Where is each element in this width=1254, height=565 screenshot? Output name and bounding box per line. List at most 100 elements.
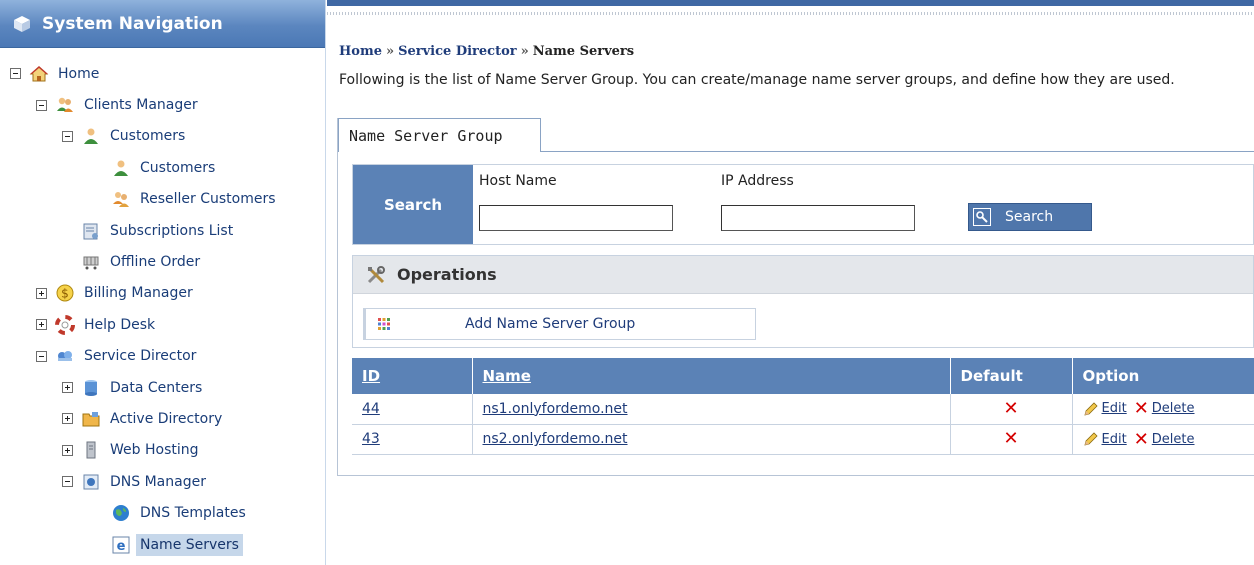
sidebar-item-reseller-customers[interactable]: Reseller Customers [0,184,325,215]
add-name-server-group-button[interactable]: Add Name Server Group [363,308,756,340]
host-name-label: Host Name [479,173,557,189]
column-header-id[interactable]: ID [352,358,473,394]
sidebar-title: System Navigation [42,13,223,34]
sidebar-item-web-hosting[interactable]: Web Hosting [0,435,325,466]
breadcrumb-separator: » [385,44,395,59]
sidebar-item-label: Clients Manager [84,97,198,114]
sidebar-item-label: DNS Manager [110,473,206,490]
cube-icon [14,15,30,32]
not-default-x-icon: ✕ [1003,428,1019,449]
delete-link[interactable]: Delete [1152,401,1195,416]
sidebar-item-dns-templates[interactable]: DNS Templates [0,497,325,528]
expand-icon[interactable] [62,413,73,425]
expand-icon[interactable] [36,287,47,299]
breadcrumb: Home» Service Director» Name Servers [339,44,634,59]
table-header-row: ID Name Default Option [352,358,1254,394]
collapse-icon[interactable] [36,99,47,111]
search-button[interactable]: Search [968,203,1092,231]
sidebar-header: System Navigation [0,0,325,48]
column-header-option: Option [1072,358,1254,394]
row-id-link[interactable]: 44 [362,401,380,417]
operations-header: Operations [353,256,1253,294]
host-name-input[interactable] [479,205,673,231]
ip-address-input[interactable] [721,205,915,231]
sidebar-item-label: Reseller Customers [140,191,276,208]
sidebar-item-label: Name Servers [136,533,243,556]
breadcrumb-current: Name Servers [532,44,635,59]
subscription-icon [81,221,101,241]
dns-icon [81,472,101,492]
sidebar-item-label: Web Hosting [110,442,199,459]
sidebar-item-help-desk[interactable]: Help Desk [0,309,325,340]
edit-link[interactable]: Edit [1102,401,1127,416]
sidebar-item-name-servers[interactable]: e Name Servers [0,529,325,560]
name-server-panel: Name Server Group Search Host Name IP Ad… [337,118,1254,476]
sidebar-item-service-director[interactable]: Service Director [0,341,325,372]
sidebar-item-label: Customers [140,159,216,176]
collapse-icon[interactable] [36,350,47,362]
tools-icon [367,265,385,283]
reseller-icon [111,189,131,209]
operations-title: Operations [397,265,497,284]
operations-panel: Operations Add Name Server Group [352,255,1254,348]
tab-name-server-group[interactable]: Name Server Group [338,118,541,152]
column-header-default: Default [950,358,1073,394]
search-panel: Search Host Name IP Address Search [352,164,1254,245]
column-header-name[interactable]: Name [472,358,951,394]
pencil-icon [1083,402,1098,416]
breadcrumb-service-director[interactable]: Service Director [398,44,517,59]
sidebar-item-label: Home [58,65,100,82]
sidebar-item-label: Service Director [84,348,197,365]
sidebar-item-billing-manager[interactable]: $ Billing Manager [0,278,325,309]
edit-link[interactable]: Edit [1102,432,1127,447]
sidebar-item-label: Customers [110,128,186,145]
expand-icon[interactable] [62,382,73,394]
page-description: Following is the list of Name Server Gro… [339,72,1175,88]
sidebar-item-active-directory[interactable]: Active Directory [0,403,325,434]
server-icon [81,440,101,460]
sidebar-item-label: Billing Manager [84,285,193,302]
sidebar-item-home[interactable]: Home [0,58,325,89]
breadcrumb-separator: » [520,44,529,59]
collapse-icon[interactable] [10,68,21,80]
sidebar-item-clients-manager[interactable]: Clients Manager [0,89,325,120]
delete-x-icon: ✕ [1133,398,1149,420]
customer-icon [111,158,131,178]
collapse-icon[interactable] [62,476,73,488]
sidebar-item-customers[interactable]: Customers [0,121,325,152]
helpdesk-icon [55,314,75,335]
row-id-link[interactable]: 43 [362,431,380,447]
service-director-icon [55,346,75,366]
main-content: Home» Service Director» Name Servers Follo… [327,0,1254,565]
delete-link[interactable]: Delete [1152,432,1195,447]
sidebar-item-label: Data Centers [110,379,203,396]
table-row: 43 ns2.onlyfordemo.net ✕ Edit ✕ Delete [352,424,1254,455]
collapse-icon[interactable] [62,130,73,142]
cart-icon [81,252,101,272]
sidebar-item-dns-manager[interactable]: DNS Manager [0,466,325,497]
customer-icon [81,126,101,146]
sidebar-item-subscriptions-list[interactable]: Subscriptions List [0,215,325,246]
magnifier-icon [973,208,991,226]
navigation-tree: Home Clients Manager Customers Customers Res… [0,58,325,560]
top-bar [327,0,1254,6]
sidebar-item-label: Subscriptions List [110,222,234,239]
breadcrumb-home[interactable]: Home [339,44,382,59]
table-row: 44 ns1.onlyfordemo.net ✕ Edit ✕ Delete [352,394,1254,425]
expand-icon[interactable] [62,444,73,456]
row-name-link[interactable]: ns2.onlyfordemo.net [483,431,628,447]
expand-icon[interactable] [36,319,47,331]
sidebar-item-offline-order[interactable]: Offline Order [0,246,325,277]
name-server-table: ID Name Default Option 44 ns1.onlyfordem… [352,358,1254,455]
pencil-icon [1083,432,1098,446]
sidebar-item-customers[interactable]: Customers [0,152,325,183]
row-name-link[interactable]: ns1.onlyfordemo.net [483,401,628,417]
clients-icon [55,95,75,115]
sidebar-item-data-centers[interactable]: Data Centers [0,372,325,403]
datacenter-icon [81,378,101,398]
sidebar-item-label: DNS Templates [140,505,246,522]
